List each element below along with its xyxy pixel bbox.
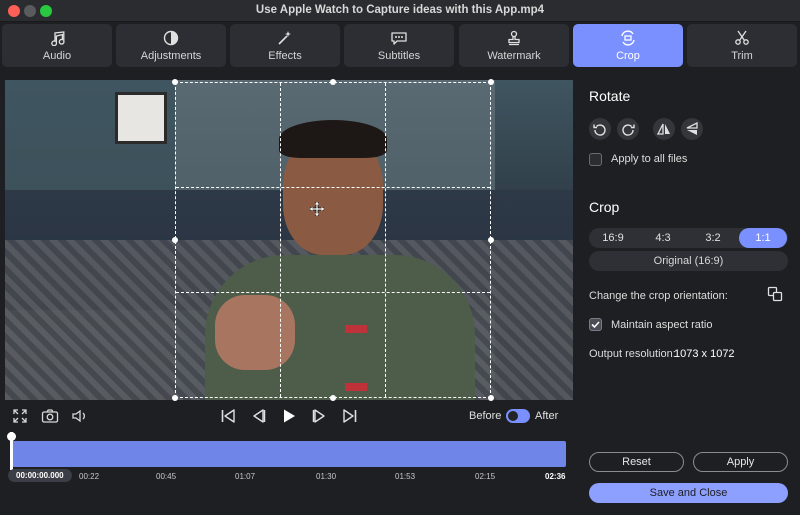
tab-trim[interactable]: Trim — [687, 24, 797, 67]
ratio-1-1-button[interactable]: 1:1 — [739, 228, 787, 248]
volume-icon[interactable] — [71, 407, 89, 425]
flip-horizontal-button[interactable] — [653, 118, 675, 140]
flip-vertical-icon — [686, 122, 698, 135]
tab-watermark[interactable]: Watermark — [459, 24, 569, 67]
tab-label: Effects — [268, 50, 302, 62]
tab-adjustments[interactable]: Adjustments — [116, 24, 226, 67]
title-bar: Use Apple Watch to Capture ideas with th… — [0, 0, 800, 22]
window-title: Use Apple Watch to Capture ideas with th… — [255, 4, 545, 16]
timeline-mark: 01:07 — [235, 472, 256, 481]
play-icon[interactable] — [280, 407, 298, 425]
tab-label: Watermark — [487, 50, 541, 62]
crop-handle-left[interactable] — [172, 237, 178, 243]
tool-tabs: Audio Adjustments Effects Subtitles Wate… — [0, 22, 800, 68]
maintain-aspect-label: Maintain aspect ratio — [611, 319, 713, 331]
timeline-mark: 01:53 — [395, 472, 416, 481]
current-time-badge: 00:00:00.000 — [8, 469, 72, 482]
crop-frame[interactable] — [175, 82, 491, 398]
crop-handle-top-right[interactable] — [488, 79, 494, 85]
rotate-heading: Rotate — [589, 88, 631, 104]
apply-button[interactable]: Apply — [693, 452, 788, 472]
crop-grid-line — [176, 292, 490, 293]
timeline-ruler: 00:00:00.000 00:22 00:45 01:07 01:30 01:… — [8, 468, 572, 486]
tab-label: Crop — [616, 50, 640, 62]
swap-orientation-icon[interactable] — [767, 286, 783, 302]
ratio-3-2-button[interactable]: 3:2 — [689, 228, 737, 248]
crop-handle-bottom-left[interactable] — [172, 395, 178, 401]
crop-handle-top[interactable] — [330, 79, 336, 85]
crop-rotate-icon — [618, 29, 638, 47]
output-resolution-value: 1073 x 1072 — [674, 348, 735, 360]
previous-frame-icon[interactable] — [249, 407, 267, 425]
tab-effects[interactable]: Effects — [230, 24, 340, 67]
player-controls: Before After — [5, 402, 573, 430]
crop-handle-top-left[interactable] — [172, 79, 178, 85]
checkmark-icon — [591, 321, 600, 329]
rotate-right-icon — [622, 124, 635, 136]
ratio-4-3-button[interactable]: 4:3 — [639, 228, 687, 248]
maintain-aspect-checkbox[interactable] — [589, 318, 602, 331]
skip-to-end-icon[interactable] — [341, 407, 359, 425]
timeline-mark: 00:22 — [79, 472, 100, 481]
ratio-16-9-button[interactable]: 16:9 — [589, 228, 637, 248]
tab-subtitles[interactable]: Subtitles — [344, 24, 454, 67]
output-resolution-label: Output resolution: — [589, 348, 676, 360]
fullscreen-icon[interactable] — [11, 407, 29, 425]
original-ratio-button[interactable]: Original (16:9) — [589, 251, 788, 271]
tab-audio[interactable]: Audio — [2, 24, 112, 67]
reset-button[interactable]: Reset — [589, 452, 684, 472]
crop-handle-bottom-right[interactable] — [488, 395, 494, 401]
crop-handle-bottom[interactable] — [330, 395, 336, 401]
contrast-icon — [161, 29, 181, 47]
next-frame-icon[interactable] — [311, 407, 329, 425]
music-note-icon — [47, 29, 67, 47]
before-after-toggle[interactable] — [506, 409, 530, 423]
tab-label: Adjustments — [140, 50, 202, 62]
skip-to-start-icon[interactable] — [219, 407, 237, 425]
crop-settings-panel: Rotate Apply to all files Crop 16:9 4:3 … — [578, 68, 800, 515]
tab-label: Trim — [731, 50, 753, 62]
flip-vertical-button[interactable] — [681, 118, 703, 140]
orientation-label: Change the crop orientation: — [589, 290, 728, 302]
timeline-mark: 02:15 — [475, 472, 496, 481]
before-label: Before — [469, 410, 502, 422]
snapshot-camera-icon[interactable] — [41, 407, 59, 425]
aspect-ratio-selector: 16:9 4:3 3:2 1:1 — [589, 228, 788, 248]
timeline-mark: 01:30 — [316, 472, 337, 481]
move-crosshair-icon[interactable] — [309, 201, 325, 217]
tab-label: Subtitles — [377, 50, 421, 62]
rotate-left-icon — [593, 124, 606, 136]
speech-bubble-icon — [389, 29, 409, 47]
tab-label: Audio — [42, 50, 72, 62]
scissors-icon — [732, 29, 752, 47]
wall-frame — [115, 92, 167, 144]
playhead-handle[interactable] — [7, 432, 16, 441]
apply-all-label: Apply to all files — [611, 153, 688, 165]
tab-crop[interactable]: Crop — [573, 24, 683, 67]
crop-grid-line — [385, 83, 386, 397]
crop-heading: Crop — [589, 199, 620, 215]
crop-handle-right[interactable] — [488, 237, 494, 243]
magic-wand-icon — [275, 29, 295, 47]
crop-grid-line — [176, 187, 490, 188]
end-time: 02:36 — [545, 472, 566, 481]
save-and-close-button[interactable]: Save and Close — [589, 483, 788, 503]
rotate-right-button[interactable] — [617, 118, 639, 140]
flip-horizontal-icon — [657, 123, 670, 135]
crop-grid-line — [280, 83, 281, 397]
after-label: After — [535, 410, 559, 422]
rotate-left-button[interactable] — [589, 118, 611, 140]
timeline-track[interactable] — [12, 441, 566, 467]
stamp-icon — [504, 29, 524, 47]
timeline-mark: 00:45 — [156, 472, 177, 481]
apply-all-checkbox[interactable] — [589, 153, 602, 166]
